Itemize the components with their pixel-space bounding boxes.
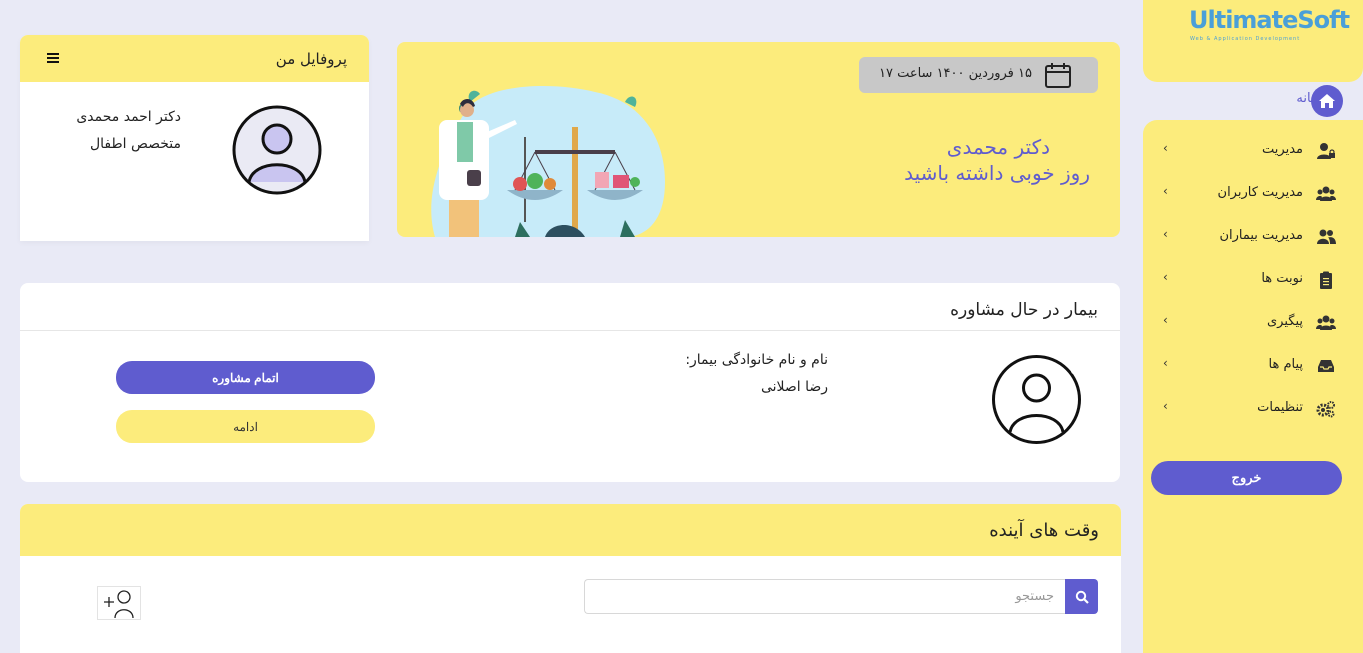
continue-button[interactable]: ادامه <box>116 410 375 443</box>
user-group-icon <box>1317 229 1336 244</box>
sidebar-item-users[interactable]: ‹ مدیریت کاربران <box>1143 179 1363 209</box>
users-icon <box>1316 186 1336 201</box>
search-input[interactable] <box>584 579 1066 614</box>
profile-title: پروفایل من <box>275 50 347 68</box>
sidebar-item-label: پیگیری <box>1267 314 1303 329</box>
date-text: ۱۵ فروردین ۱۴۰۰ ساعت ۱۷ <box>878 66 1032 81</box>
sidebar-item-management[interactable]: ‹ مدیریت <box>1143 136 1363 166</box>
greeting-name: دکتر محمدی <box>946 135 1050 159</box>
patient-avatar <box>992 355 1081 444</box>
add-user-button[interactable] <box>97 586 141 620</box>
sidebar-item-followup[interactable]: ‹ پیگیری <box>1143 308 1363 338</box>
doctor-specialty: متخصص اطفال <box>89 136 181 152</box>
welcome-card: ۱۵ فروردین ۱۴۰۰ ساعت ۱۷ دکتر محمدی روز خ… <box>397 42 1120 237</box>
patient-name: رضا اصلانی <box>760 379 828 395</box>
users-icon <box>1316 315 1336 330</box>
avatar <box>232 105 322 195</box>
logout-button[interactable]: خروج <box>1151 461 1342 495</box>
sidebar-item-patients[interactable]: ‹ مدیریت بیماران <box>1143 222 1363 252</box>
upcoming-title: وقت های آینده <box>989 520 1099 541</box>
upcoming-header: وقت های آینده <box>20 504 1121 556</box>
patient-name-label: نام و نام خانوادگی بیمار: <box>685 352 828 368</box>
profile-header: پروفایل من <box>20 35 369 82</box>
chevron-left-icon: ‹ <box>1163 356 1168 370</box>
date-bar: ۱۵ فروردین ۱۴۰۰ ساعت ۱۷ <box>859 57 1098 93</box>
logo-title: UltimateSoft <box>1189 6 1350 34</box>
divider <box>20 330 1120 331</box>
menu-icon[interactable] <box>46 51 60 65</box>
search-button[interactable] <box>1065 579 1098 614</box>
chevron-left-icon: ‹ <box>1163 141 1168 155</box>
sidebar-item-messages[interactable]: ‹ پیام ها <box>1143 351 1363 381</box>
add-user-icon <box>104 590 134 619</box>
sidebar-item-settings[interactable]: ‹ تنظیمات <box>1143 394 1363 424</box>
consultation-card: بیمار در حال مشاوره نام و نام خانوادگی ب… <box>20 283 1120 482</box>
clipboard-icon <box>1320 271 1332 289</box>
sidebar: UltimateSoft Web & Application Developme… <box>1143 0 1363 653</box>
gears-icon <box>1316 401 1335 418</box>
upcoming-appointments-card: وقت های آینده <box>20 504 1121 653</box>
logo-area: UltimateSoft Web & Application Developme… <box>1143 0 1363 82</box>
calendar-icon <box>1045 63 1071 88</box>
user-lock-icon <box>1317 143 1335 159</box>
sidebar-menu: ‹ مدیریت ‹ مدیریت کاربران ‹ مدیریت بیمار… <box>1143 120 1363 653</box>
sidebar-item-label: پیام ها <box>1268 357 1304 372</box>
greeting-message: روز خوبی داشته باشید <box>904 161 1090 185</box>
search-icon <box>1075 590 1089 604</box>
home-icon[interactable] <box>1311 85 1343 117</box>
chevron-left-icon: ‹ <box>1163 270 1168 284</box>
logo-subtitle: Web & Application Development <box>1190 36 1301 42</box>
finish-consultation-button[interactable]: اتمام مشاوره <box>116 361 375 394</box>
sidebar-item-home[interactable]: خانه <box>1143 84 1363 118</box>
inbox-icon <box>1318 360 1334 372</box>
sidebar-item-label: نوبت ها <box>1261 271 1303 286</box>
consultation-title: بیمار در حال مشاوره <box>950 300 1098 320</box>
chevron-left-icon: ‹ <box>1163 184 1168 198</box>
doctor-name: دکتر احمد محمدی <box>76 109 181 125</box>
chevron-left-icon: ‹ <box>1163 399 1168 413</box>
sidebar-item-appointments[interactable]: ‹ نوبت ها <box>1143 265 1363 295</box>
sidebar-item-label: مدیریت <box>1262 142 1303 157</box>
chevron-left-icon: ‹ <box>1163 227 1168 241</box>
sidebar-item-label: مدیریت بیماران <box>1219 228 1303 243</box>
sidebar-item-label: تنظیمات <box>1257 400 1303 415</box>
chevron-left-icon: ‹ <box>1163 313 1168 327</box>
profile-card: پروفایل من دکتر احمد محمدی متخصص اطفال <box>20 35 369 241</box>
sidebar-item-label: مدیریت کاربران <box>1217 185 1303 200</box>
doctor-illustration <box>431 86 665 237</box>
